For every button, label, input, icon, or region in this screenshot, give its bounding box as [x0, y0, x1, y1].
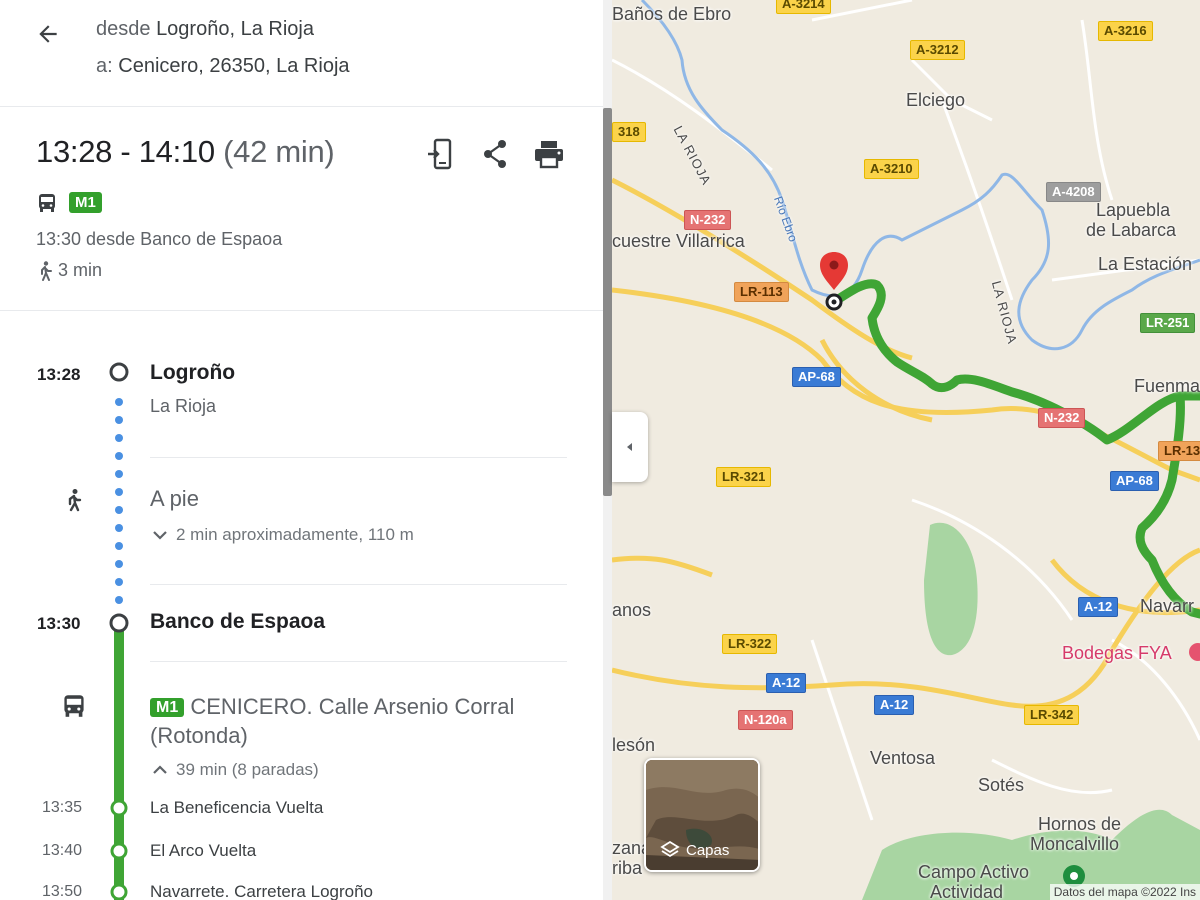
walk-step-detail: 2 min aproximadamente, 110 m [176, 525, 414, 544]
road-shield: A-4208 [1046, 182, 1101, 202]
place-banos-de-ebro[interactable]: Baños de Ebro [612, 4, 731, 25]
walking-icon [68, 489, 82, 512]
place-navarrete[interactable]: Navarr [1140, 596, 1194, 617]
walk-step-expander[interactable]: 2 min aproximadamente, 110 m [150, 525, 414, 545]
stop-time: 13:50 [42, 883, 83, 900]
road-shield: A-3216 [1098, 21, 1153, 41]
intermediate-stop[interactable]: Navarrete. Carretera Logroño [150, 882, 373, 900]
bus-line-destination: CENICERO. Calle Arsenio Corral (Rotonda) [150, 694, 515, 748]
place-partial[interactable]: lesón [612, 735, 655, 756]
place-campo-activo-2[interactable]: Actividad [930, 882, 1003, 900]
layers-label: Capas [686, 841, 730, 859]
origin-region: La Rioja [150, 396, 217, 416]
road-shield: 318 [612, 122, 646, 142]
line-badge: M1 [150, 698, 185, 717]
place-sotes[interactable]: Sotés [978, 775, 1024, 796]
place-la-estacion[interactable]: La Estación [1098, 254, 1192, 275]
place-lapuebla[interactable]: Lapuebla [1096, 200, 1170, 221]
road-shield: A-12 [874, 695, 915, 715]
road-shield: A-3212 [910, 40, 965, 60]
bus-ride-detail: 39 min (8 paradas) [176, 760, 319, 779]
chevron-up-icon [153, 765, 167, 774]
place-ventosa[interactable]: Ventosa [870, 748, 935, 769]
intermediate-stop-marker [110, 883, 128, 900]
road-shield: LR-137 [1158, 441, 1200, 461]
road-shield: AP-68 [792, 367, 841, 387]
intermediate-stop-marker [110, 799, 128, 817]
step-divider [150, 584, 567, 585]
origin-stop-marker [109, 362, 129, 382]
chevron-down-icon [153, 531, 167, 540]
road-shield: A-12 [1078, 597, 1119, 617]
road-shield: AP-68 [1110, 471, 1159, 491]
chevron-left-icon [627, 443, 632, 451]
road-shield: LR-342 [1024, 705, 1080, 725]
layers-icon [660, 840, 680, 858]
road-shield: LR-322 [722, 634, 778, 654]
scrollbar-thumb[interactable] [603, 108, 612, 496]
layers-button[interactable]: Capas [644, 758, 760, 872]
place-villarrica[interactable]: cuestre Villarrica [612, 231, 745, 252]
map-attribution: Datos del mapa ©2022 Ins [1049, 884, 1200, 900]
walk-dotted-line [115, 398, 123, 604]
walk-step-title: A pie [150, 486, 199, 511]
road-shield: LR-251 [1140, 313, 1196, 333]
road-shield: LR-113 [734, 282, 789, 302]
park-area [924, 522, 978, 656]
stop-time: 13:35 [42, 799, 83, 816]
boarding-time: 13:30 [37, 614, 81, 633]
winery-marker [1189, 643, 1200, 661]
place-campo-activo[interactable]: Campo Activo [918, 862, 1029, 883]
place-partial[interactable]: riba [612, 858, 642, 879]
road-shield: A-3214 [776, 0, 831, 14]
road-shield: A-12 [766, 673, 807, 693]
step-divider [150, 457, 567, 458]
road-shield: N-120a [738, 710, 793, 730]
boarding-stop-marker [109, 613, 129, 633]
place-hornos[interactable]: Hornos de [1038, 814, 1121, 835]
destination-pin [820, 252, 848, 290]
origin-name[interactable]: Logroño [150, 361, 235, 385]
intermediate-stop[interactable]: La Beneficencia Vuelta [150, 798, 323, 818]
road-shield: N-232 [684, 210, 732, 230]
road-shield: A-3210 [864, 159, 919, 179]
step-divider [150, 661, 567, 662]
road-shield: N-232 [1038, 408, 1086, 428]
boarding-stop-name[interactable]: Banco de Espaoa [150, 610, 325, 634]
bus-line-title[interactable]: M1 CENICERO. Calle Arsenio Corral (Roton… [150, 692, 550, 750]
collapse-panel-button[interactable] [612, 412, 648, 482]
intermediate-stop-marker [110, 842, 128, 860]
layers-label-row: Capas [660, 840, 729, 860]
origin-time: 13:28 [37, 365, 81, 384]
stop-time: 13:40 [42, 842, 83, 859]
intermediate-stop[interactable]: El Arco Vuelta [150, 841, 256, 861]
place-elciego[interactable]: Elciego [906, 90, 965, 111]
place-lapuebla-2[interactable]: de Labarca [1086, 220, 1176, 241]
place-fuenmayor[interactable]: Fuenma [1134, 376, 1200, 397]
road-shield: LR-321 [716, 467, 772, 487]
bus-icon [64, 695, 84, 717]
place-hornos-2[interactable]: Moncalvillo [1030, 834, 1119, 855]
place-bodegas-fya[interactable]: Bodegas FYA [1062, 643, 1172, 664]
directions-panel: desde Logroño, La Rioja a: Cenicero, 263… [0, 0, 612, 900]
place-partial[interactable]: anos [612, 600, 651, 621]
bus-stops-expander[interactable]: 39 min (8 paradas) [150, 760, 319, 780]
